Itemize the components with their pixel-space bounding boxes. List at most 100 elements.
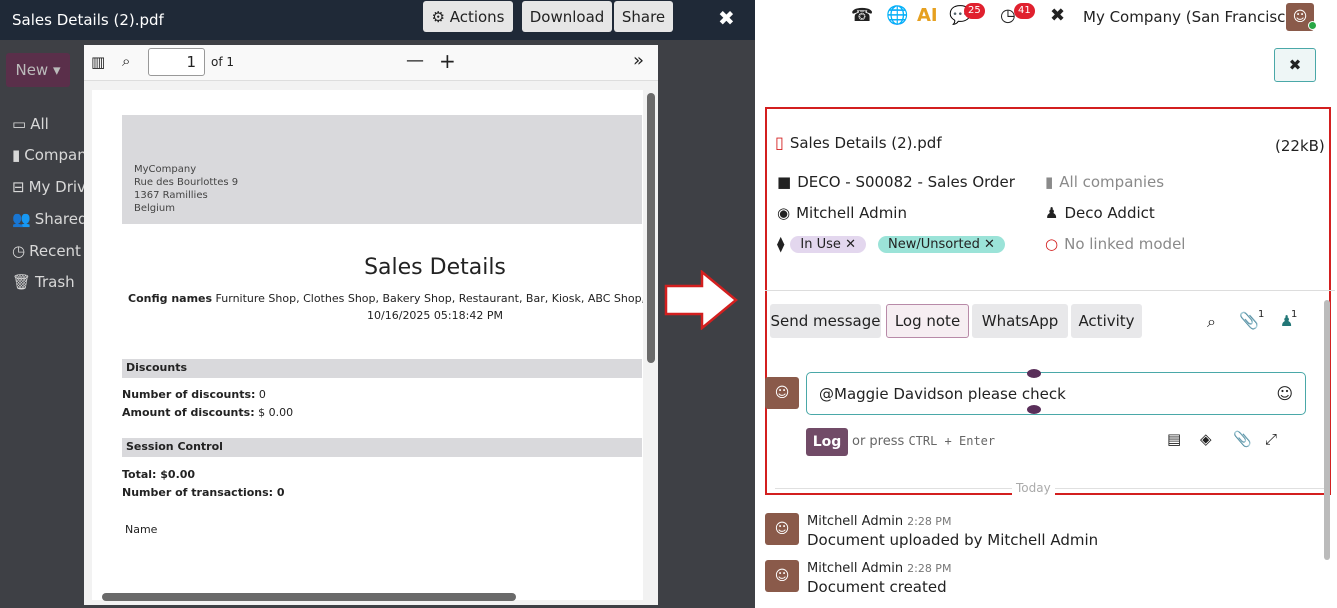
viewer-title: Sales Details (2).pdf [12,11,164,29]
total-line: Total: $0.00 [122,468,196,481]
config-label: Config names [128,292,213,305]
actions-button[interactable]: ⚙ Actions [423,1,513,32]
search-icon[interactable]: ⌕ [122,52,130,70]
company-field[interactable]: ▮ All companies [1045,173,1164,191]
tag-new-unsorted[interactable]: New/Unsorted ✕ [877,235,1005,253]
share-label: Share [621,7,666,26]
log-note-button[interactable]: Log note [886,304,969,338]
users-icon: 👥 [12,210,31,228]
partner-value: Deco Addict [1064,204,1155,222]
owner-value: Mitchell Admin [796,204,907,222]
activity-label: Activity [1078,312,1135,330]
attach-icon[interactable]: 📎 [1233,430,1252,448]
pdf-page: MyCompany Rue des Bourlottes 9 1367 Rami… [92,90,643,600]
trash-icon: 🗑 [12,273,32,291]
amount-discounts-value: $ 0.00 [258,406,294,419]
message-author[interactable]: Mitchell Admin [807,514,903,529]
partner-field[interactable]: ♟ Deco Addict [1045,204,1155,222]
sidebar-item-my-drive[interactable]: ⊟ My Drive [12,178,95,196]
file-size: (22kB) [1275,137,1325,155]
systray: ☎ 🌐 AI 💬 25 ◷ 41 ✖ My Company (San Franc… [755,0,1337,36]
hint-keys: CTRL + Enter [908,434,996,448]
log-button[interactable]: Log [806,428,848,456]
log-note-composer[interactable]: @Maggie Davidson please check ☺ [806,372,1306,415]
pdf-file-icon: ▯ [775,133,784,152]
composer-avatar: ☺ [765,377,799,409]
tools-chevron-icon[interactable]: » [633,50,644,71]
remove-tag-icon[interactable]: ✕ [845,237,856,252]
vertical-scrollbar[interactable] [647,93,655,363]
sidebar-item-shared[interactable]: 👥 Shared [12,210,88,228]
sidebar-item-label: Trash [35,273,75,291]
amount-discounts-line: Amount of discounts: $ 0.00 [122,406,293,419]
num-discounts-label: Number of discounts: [122,388,256,401]
expand-icon[interactable]: ⤢ [1265,430,1277,448]
panel-scrollbar[interactable] [1324,300,1330,560]
gear-icon: ⚙ [431,7,450,26]
linked-model-field[interactable]: ○ No linked model [1045,235,1185,253]
sidebar-item-recent[interactable]: ◷ Recent [12,242,81,260]
new-button[interactable]: New ▾ [6,53,70,87]
followers-count: 1 [1291,309,1298,320]
message-content: Mitchell Admin 2:28 PM Document uploaded … [807,513,1098,549]
folder-icon: ▭ [12,115,27,133]
sidebar-item-trash[interactable]: 🗑 Trash [12,273,75,291]
emoji-icon[interactable]: ☺ [1276,384,1293,403]
date-separator: Today [1012,481,1055,495]
address-line: 1367 Ramillies [134,190,208,201]
activities-badge: 41 [1014,3,1035,19]
composer-text: @Maggie Davidson please check [819,385,1066,403]
transactions-line: Number of transactions: 0 [122,486,285,499]
whatsapp-button[interactable]: WhatsApp [972,304,1068,338]
sidebar-item-label: Recent [29,242,81,260]
address-line: Belgium [134,203,175,214]
tags-field[interactable]: ⧫ In Use ✕ New/Unsorted ✕ [777,235,1011,253]
message-author[interactable]: Mitchell Admin [807,561,903,576]
online-status-icon [1308,21,1317,30]
search-icon[interactable]: ⌕ [1207,312,1216,332]
tools-icon[interactable]: ✖ [1050,5,1065,26]
user-circle-icon: ◉ [777,204,791,222]
close-icon[interactable]: ✖ [718,6,735,30]
company-value: All companies [1059,173,1165,191]
message-time: 2:28 PM [907,562,952,575]
share-button[interactable]: Share [614,1,673,32]
file-name: ▯ Sales Details (2).pdf [775,133,942,152]
canned-response-icon[interactable]: ◈ [1200,430,1212,448]
close-panel-button[interactable]: ✖ [1274,48,1316,82]
attachments-count: 1 [1258,309,1265,320]
page-total: of 1 [211,55,235,69]
config-names-line: Config names Furniture Shop, Clothes Sho… [128,292,643,305]
globe-icon[interactable]: 🌐 [886,5,908,26]
activity-button[interactable]: Activity [1071,304,1142,338]
paperclip-icon[interactable]: 📎 [1239,311,1259,330]
document-icon[interactable]: ▤ [1167,430,1181,448]
selection-handle-icon[interactable] [1027,405,1041,414]
message-body: Document uploaded by Mitchell Admin [807,531,1099,549]
send-message-button[interactable]: Send message [770,304,881,338]
new-button-label: New [15,61,49,79]
ai-icon[interactable]: AI [917,5,938,26]
send-message-label: Send message [770,312,881,330]
sidebar-toggle-icon[interactable]: ▥ [91,53,105,71]
zoom-out-icon[interactable]: — [406,50,424,71]
tag-in-use[interactable]: In Use ✕ [790,235,866,253]
folder-field[interactable]: ■ DECO - S00082 - Sales Order [777,173,1015,191]
document-viewer-backdrop: New ▾ ▭ All ▮ Company ⊟ My Drive 👥 Shared ◷ R… [0,0,755,608]
selection-handle-icon[interactable] [1027,369,1041,378]
phone-icon[interactable]: ☎ [851,5,873,26]
sidebar-item-all[interactable]: ▭ All [12,115,49,133]
remove-tag-icon[interactable]: ✕ [984,237,995,252]
file-name-text: Sales Details (2).pdf [789,133,942,152]
zoom-in-icon[interactable]: + [439,49,456,73]
amount-discounts-label: Amount of discounts: [122,406,255,419]
download-button[interactable]: Download [522,1,612,32]
company-switcher[interactable]: My Company (San Francisco) [1083,8,1300,26]
linked-model-value: No linked model [1064,235,1186,253]
side-panel: ☎ 🌐 AI 💬 25 ◷ 41 ✖ My Company (San Franc… [755,0,1337,608]
page-number-input[interactable]: 1 [148,48,205,76]
app-root: New ▾ ▭ All ▮ Company ⊟ My Drive 👥 Shared ◷ R… [0,0,1337,608]
owner-field[interactable]: ◉ Mitchell Admin [777,204,907,222]
horizontal-scrollbar[interactable] [102,593,516,601]
close-icon: ✖ [1288,56,1302,74]
